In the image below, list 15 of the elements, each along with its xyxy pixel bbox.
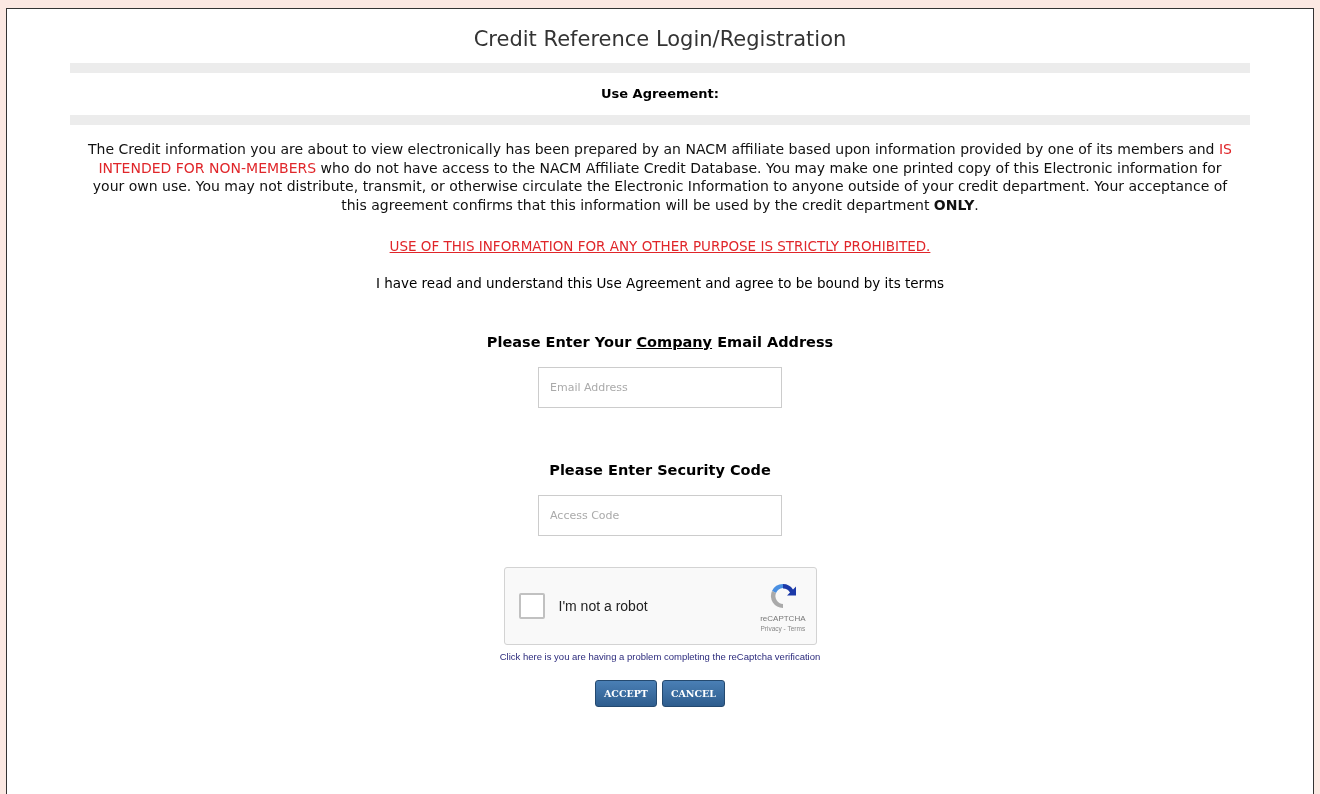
captcha-help-link[interactable]: Click here is you are having a problem completing the reCaptcha verification — [499, 651, 821, 662]
email-field[interactable]: Email Address — [538, 367, 782, 408]
captcha-label: I'm not a robot — [558, 598, 649, 614]
agreement-text: The Credit information you are about to view electronically has been prepared by an NACM affiliate based upon information provided by one of its members and IS INTENDED FOR NON-MEMBERS who do not have access to the NACM Affiliate Credit Database. You may make one printed copy of this Electronic information for your own use. You may not distribute, transmit, or otherwise circulate the Electronic Information to anyone outside of your credit department. Your acceptance of this agreement confirms that this information will be used by the credit department ONLY. — [87, 140, 1233, 214]
action-button[interactable]: CANCEL — [661, 680, 726, 707]
email-heading: Please Enter Your Company Email Address — [486, 334, 834, 350]
recaptcha-brand: reCAPTCHA — [760, 614, 806, 623]
consent-text: I have read and understand this Use Agreement and agree to be bound by its terms — [375, 275, 945, 291]
security-code-heading: Please Enter Security Code — [549, 462, 771, 478]
captcha-checkbox[interactable] — [518, 593, 545, 619]
action-button[interactable]: ACCEPT — [594, 680, 657, 707]
warning-text: USE OF THIS INFORMATION FOR ANY OTHER PURPOSE IS STRICTLY PROHIBITED. — [389, 238, 931, 254]
page-title: Credit Reference Login/Registration — [473, 27, 847, 51]
section-heading: Use Agreement: — [600, 86, 720, 101]
access-code-field[interactable]: Access Code — [538, 495, 782, 536]
